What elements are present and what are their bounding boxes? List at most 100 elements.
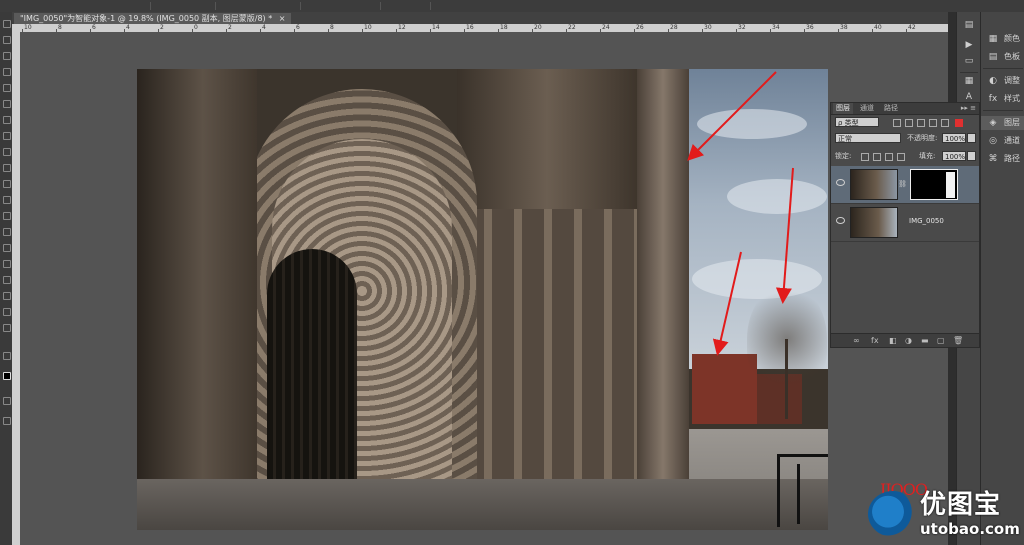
shape-tool-icon[interactable] xyxy=(3,292,11,300)
foreground-color-swatch[interactable] xyxy=(3,352,11,360)
bird-logo-icon xyxy=(868,491,918,537)
filter-pixel-icon[interactable] xyxy=(893,119,901,127)
ruler-label: 26 xyxy=(636,24,644,31)
eye-icon[interactable] xyxy=(836,179,845,186)
icon-separator xyxy=(960,72,978,73)
blur-tool-icon[interactable] xyxy=(3,212,11,220)
history-brush-tool-icon[interactable] xyxy=(3,164,11,172)
link-layers-icon[interactable]: ∞ xyxy=(853,335,860,346)
lock-all-icon[interactable] xyxy=(897,153,905,161)
layer-style-icon[interactable]: fx xyxy=(871,335,879,346)
document-image[interactable] xyxy=(137,69,828,530)
ruler-label: 28 xyxy=(670,24,678,31)
properties-icon[interactable]: ▭ xyxy=(963,56,975,66)
tab-paths[interactable]: 路径 xyxy=(881,103,901,114)
panel-paths[interactable]: ⌘ 路径 xyxy=(981,152,1024,166)
healing-tool-icon[interactable] xyxy=(3,116,11,124)
group-icon[interactable]: ▬ xyxy=(921,335,929,346)
move-tool-icon[interactable] xyxy=(3,20,11,28)
filter-toggle-icon[interactable] xyxy=(955,119,963,127)
filter-shape-icon[interactable] xyxy=(929,119,937,127)
panel-label: 图层 xyxy=(1004,118,1020,127)
panel-label: 颜色 xyxy=(1004,34,1020,43)
filter-smart-object-icon[interactable] xyxy=(941,119,949,127)
brush-tool-icon[interactable] xyxy=(3,132,11,140)
tab-layers[interactable]: 图层 xyxy=(833,103,853,114)
panel-swatches[interactable]: ▤ 色板 xyxy=(981,50,1024,64)
dodge-tool-icon[interactable] xyxy=(3,228,11,236)
styles-icon: fx xyxy=(988,94,998,104)
layer-row-copy-with-mask[interactable]: ⛓ xyxy=(831,166,979,204)
eye-icon[interactable] xyxy=(836,217,845,224)
zoom-tool-icon[interactable] xyxy=(3,324,11,332)
filter-type-icon[interactable] xyxy=(917,119,925,127)
opacity-dropdown-button[interactable] xyxy=(967,133,976,143)
ruler-label: 0 xyxy=(194,24,198,31)
blend-mode-select[interactable]: 正常 xyxy=(835,133,901,143)
tab-channels[interactable]: 通道 xyxy=(857,103,877,114)
layer-thumbnail xyxy=(850,169,898,200)
add-mask-icon[interactable]: ◧ xyxy=(889,335,897,346)
paths-icon: ⌘ xyxy=(988,154,998,164)
type-tool-icon[interactable] xyxy=(3,260,11,268)
blend-opacity-row: 正常 不透明度: 100% xyxy=(831,132,979,146)
lasso-tool-icon[interactable] xyxy=(3,52,11,60)
crop-tool-icon[interactable] xyxy=(3,84,11,92)
close-icon[interactable]: × xyxy=(279,14,286,23)
adjustments-icon: ◐ xyxy=(989,76,997,86)
history-icon[interactable]: ▤ xyxy=(963,20,975,30)
fill-input[interactable]: 100% xyxy=(942,151,966,161)
trash-icon[interactable]: 🗑 xyxy=(953,335,963,346)
ruler-label: 36 xyxy=(806,24,814,31)
layer-filter-select[interactable]: ρ 类型 xyxy=(835,117,879,127)
path-select-tool-icon[interactable] xyxy=(3,276,11,284)
options-separator xyxy=(430,2,431,10)
clone-stamp-tool-icon[interactable] xyxy=(3,148,11,156)
new-layer-icon[interactable]: ▢ xyxy=(937,335,945,346)
ruler-label: 4 xyxy=(262,24,266,31)
filter-adjustment-icon[interactable] xyxy=(905,119,913,127)
lock-transparent-icon[interactable] xyxy=(861,153,869,161)
hand-tool-icon[interactable] xyxy=(3,308,11,316)
layer-mask-thumbnail[interactable] xyxy=(910,169,958,200)
eyedropper-tool-icon[interactable] xyxy=(3,100,11,108)
panel-menu-icon[interactable]: ▸▸ ≡ xyxy=(961,103,976,114)
opacity-input[interactable]: 100% xyxy=(942,133,966,143)
lock-pixels-icon[interactable] xyxy=(873,153,881,161)
panel-layers[interactable]: ◈ 图层 xyxy=(981,116,1024,130)
link-icon[interactable]: ⛓ xyxy=(898,180,907,188)
photo-cloud xyxy=(697,109,807,139)
panel-adjustments[interactable]: ◐ 调整 xyxy=(981,74,1024,88)
brush-presets-icon[interactable]: ▦ xyxy=(963,76,975,86)
ruler-label: 38 xyxy=(840,24,848,31)
background-color-swatch[interactable] xyxy=(3,372,11,380)
pen-tool-icon[interactable] xyxy=(3,244,11,252)
panel-styles[interactable]: fx 样式 xyxy=(981,92,1024,106)
actions-icon[interactable]: ▶ xyxy=(963,40,975,50)
panel-label: 样式 xyxy=(1004,94,1020,103)
ruler-label: 20 xyxy=(534,24,542,31)
watermark-logo: 优图宝 utobao.com xyxy=(868,485,1024,545)
quick-mask-icon[interactable] xyxy=(3,397,11,405)
character-icon[interactable]: A xyxy=(963,92,975,102)
ruler-label: 42 xyxy=(908,24,916,31)
ruler-label: 34 xyxy=(772,24,780,31)
layers-icon: ◈ xyxy=(989,118,997,128)
options-separator xyxy=(380,2,381,10)
channels-icon: ◎ xyxy=(989,136,997,146)
adjustment-layer-icon[interactable]: ◑ xyxy=(905,335,912,346)
gradient-tool-icon[interactable] xyxy=(3,196,11,204)
eraser-tool-icon[interactable] xyxy=(3,180,11,188)
panel-label: 色板 xyxy=(1004,52,1020,61)
fill-dropdown-button[interactable] xyxy=(967,151,976,161)
marquee-tool-icon[interactable] xyxy=(3,36,11,44)
panel-label: 调整 xyxy=(1004,76,1020,85)
layer-row-base[interactable]: IMG_0050 xyxy=(831,204,979,242)
panel-channels[interactable]: ◎ 通道 xyxy=(981,134,1024,148)
quick-select-tool-icon[interactable] xyxy=(3,68,11,76)
panel-label: 路径 xyxy=(1004,154,1020,163)
lock-position-icon[interactable] xyxy=(885,153,893,161)
screen-mode-icon[interactable] xyxy=(3,417,11,425)
panel-palette[interactable]: ▦ 颜色 xyxy=(981,32,1024,46)
document-tab[interactable]: "IMG_0050"为智能对象-1 @ 19.8% (IMG_0050 副本, … xyxy=(14,13,292,24)
